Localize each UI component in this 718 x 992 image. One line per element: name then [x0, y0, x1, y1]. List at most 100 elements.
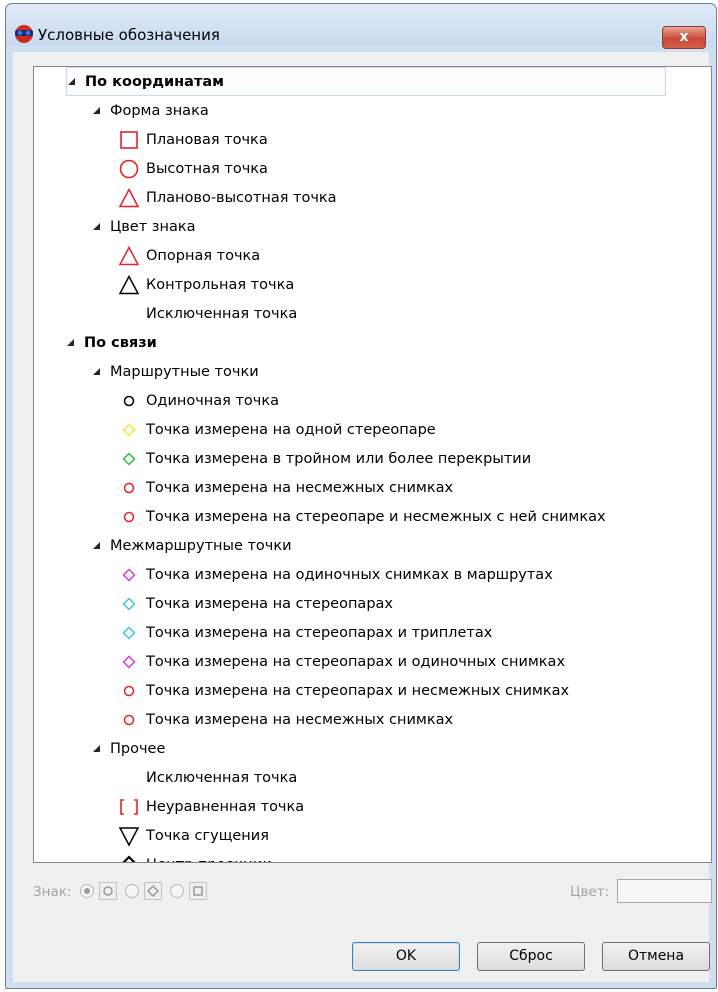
tree-item-label: Исключенная точка	[146, 769, 298, 786]
tree-item-row[interactable]: Точка измерена на стереопарах	[118, 589, 393, 618]
square-icon	[120, 130, 138, 149]
legend-tree[interactable]: По координатам Форма знака Плановая точка В…	[33, 66, 712, 863]
tree-item-row[interactable]: Высотная точка	[118, 154, 268, 183]
diamond-icon	[121, 854, 137, 862]
sign-radio-square[interactable]	[170, 884, 184, 898]
tree-item-row[interactable]: Центр проекции	[118, 850, 272, 863]
tree-item-row[interactable]: Плановая точка	[118, 125, 268, 154]
small-diamond-icon	[122, 654, 136, 669]
tree-item-label: По связи	[84, 334, 157, 351]
window-title: Условные обозначения	[38, 26, 220, 44]
small-circle-icon	[123, 685, 135, 696]
tree-item-label: Центр проекции	[146, 857, 272, 863]
blank-icon	[118, 767, 140, 789]
reset-button[interactable]: Сброс	[477, 942, 585, 971]
tree-item-label: Контрольная точка	[146, 276, 295, 293]
circle-icon	[103, 886, 113, 896]
diamond-icon	[146, 884, 160, 898]
close-icon: x	[679, 29, 689, 45]
tree-item-label: Точка сгущения	[146, 827, 269, 844]
small-circle-icon	[123, 482, 135, 493]
tree-item-label: Одиночная точка	[146, 392, 280, 409]
tree-item-row[interactable]: Точка сгущения	[118, 821, 269, 850]
tree-group-row[interactable]: Межмаршрутные точки	[92, 531, 292, 560]
small-diamond-icon	[122, 422, 136, 437]
expand-arrow-icon[interactable]	[92, 222, 101, 231]
inverted-triangle-icon	[118, 826, 140, 847]
small-circle-icon	[123, 714, 135, 725]
expand-arrow-icon[interactable]	[92, 541, 101, 550]
tree-item-label: Точка измерена в тройном или более перек…	[146, 450, 532, 467]
square-icon	[193, 886, 203, 896]
tree-item-label: Маршрутные точки	[110, 363, 259, 380]
tree-item-row[interactable]: Точка измерена на несмежных снимках	[118, 705, 453, 734]
tree-item-row[interactable]: Планово-высотная точка	[118, 183, 337, 212]
expand-arrow-icon[interactable]	[92, 744, 101, 753]
tree-item-label: Точка измерена на одной стереопаре	[146, 421, 436, 438]
triangle-icon	[118, 274, 140, 294]
tree-group-row[interactable]: Маршрутные точки	[92, 357, 259, 386]
sign-circle-option[interactable]	[99, 882, 117, 900]
tree-item-label: Исключенная точка	[146, 305, 298, 322]
expand-arrow-icon[interactable]	[66, 338, 75, 347]
tree-item-row[interactable]: Точка измерена в тройном или более перек…	[118, 444, 531, 473]
cancel-button[interactable]: Отмена	[602, 942, 710, 971]
tree-item-label: Точка измерена на стереопаре и несмежных…	[146, 508, 606, 525]
color-field[interactable]	[617, 879, 712, 903]
close-button[interactable]: x	[662, 26, 706, 49]
ok-button[interactable]: OK	[352, 942, 460, 971]
small-diamond-icon	[122, 567, 136, 582]
sign-label: Знак:	[33, 884, 72, 900]
expand-arrow-icon[interactable]	[92, 367, 101, 376]
tree-item-row[interactable]: Контрольная точка	[118, 270, 294, 299]
circle-icon	[119, 159, 139, 178]
tree-item-row[interactable]: Точка измерена на несмежных снимках	[118, 473, 453, 502]
tree-item-row[interactable]: Точка измерена на стереопарах и триплета…	[118, 618, 492, 647]
dialog-window: Условные обозначения x По координатам Фор…	[5, 3, 717, 989]
tree-item-label: Цвет знака	[110, 218, 196, 235]
blank-icon	[118, 303, 140, 325]
sign-radio-diamond[interactable]	[125, 884, 139, 898]
tree-item-row[interactable]: Исключенная точка	[118, 299, 297, 328]
tree-group-row[interactable]: По связи	[66, 328, 157, 357]
tree-item-label: Межмаршрутные точки	[110, 537, 292, 554]
tree-item-label: Точка измерена на несмежных снимках	[146, 479, 454, 496]
tree-item-row[interactable]: Точка измерена на одиночных снимках в ма…	[118, 560, 553, 589]
sign-square-option[interactable]	[189, 882, 207, 900]
tree-group-row[interactable]: Форма знака	[92, 96, 209, 125]
tree-item-label: По координатам	[85, 73, 225, 90]
tree-item-label: Точка измерена на стереопарах	[146, 595, 393, 612]
sign-toolbar: Знак: Цвет:	[33, 878, 712, 908]
tree-group-row[interactable]: Прочее	[92, 734, 165, 763]
title-bar[interactable]: Условные обозначения x	[6, 4, 716, 49]
color-label: Цвет:	[570, 884, 610, 900]
tree-item-row[interactable]: Неуравненная точка	[118, 792, 304, 821]
small-circle-icon	[123, 511, 135, 522]
tree-item-row[interactable]: Точка измерена на стереопарах и несмежны…	[118, 676, 569, 705]
triangle-icon	[118, 245, 140, 265]
tree-group-row[interactable]: Цвет знака	[92, 212, 196, 241]
tree-item-row[interactable]: Одиночная точка	[118, 386, 279, 415]
tree-item-label: Точка измерена на несмежных снимках	[146, 711, 454, 728]
tree-item-row[interactable]: Исключенная точка	[118, 763, 297, 792]
sign-diamond-option[interactable]	[144, 882, 162, 900]
dialog-client: По координатам Форма знака Плановая точка В…	[13, 52, 712, 982]
small-diamond-icon	[122, 625, 136, 640]
tree-item-label: Планово-высотная точка	[146, 189, 337, 206]
tree-item-row[interactable]: Точка измерена на стереопаре и несмежных…	[118, 502, 606, 531]
tree-item-label: Плановая точка	[146, 131, 268, 148]
tree-group-row[interactable]: По координатам	[66, 67, 666, 96]
tree-item-label: Неуравненная точка	[146, 798, 305, 815]
tree-item-label: Точка измерена на стереопарах и несмежны…	[146, 682, 570, 699]
tree-item-label: Точка измерена на стереопарах и триплета…	[146, 624, 493, 641]
expand-arrow-icon[interactable]	[92, 106, 101, 115]
tree-item-row[interactable]: Точка измерена на одной стереопаре	[118, 415, 436, 444]
sign-radio-default[interactable]	[80, 884, 94, 898]
small-circle-icon	[123, 395, 135, 406]
tree-item-label: Точка измерена на одиночных снимках в ма…	[146, 566, 553, 583]
small-diamond-icon	[122, 596, 136, 611]
tree-item-row[interactable]: Опорная точка	[118, 241, 260, 270]
expand-arrow-icon[interactable]	[67, 77, 76, 86]
tree-item-row[interactable]: Точка измерена на стереопарах и одиночны…	[118, 647, 565, 676]
tree-item-label: Прочее	[110, 740, 166, 757]
